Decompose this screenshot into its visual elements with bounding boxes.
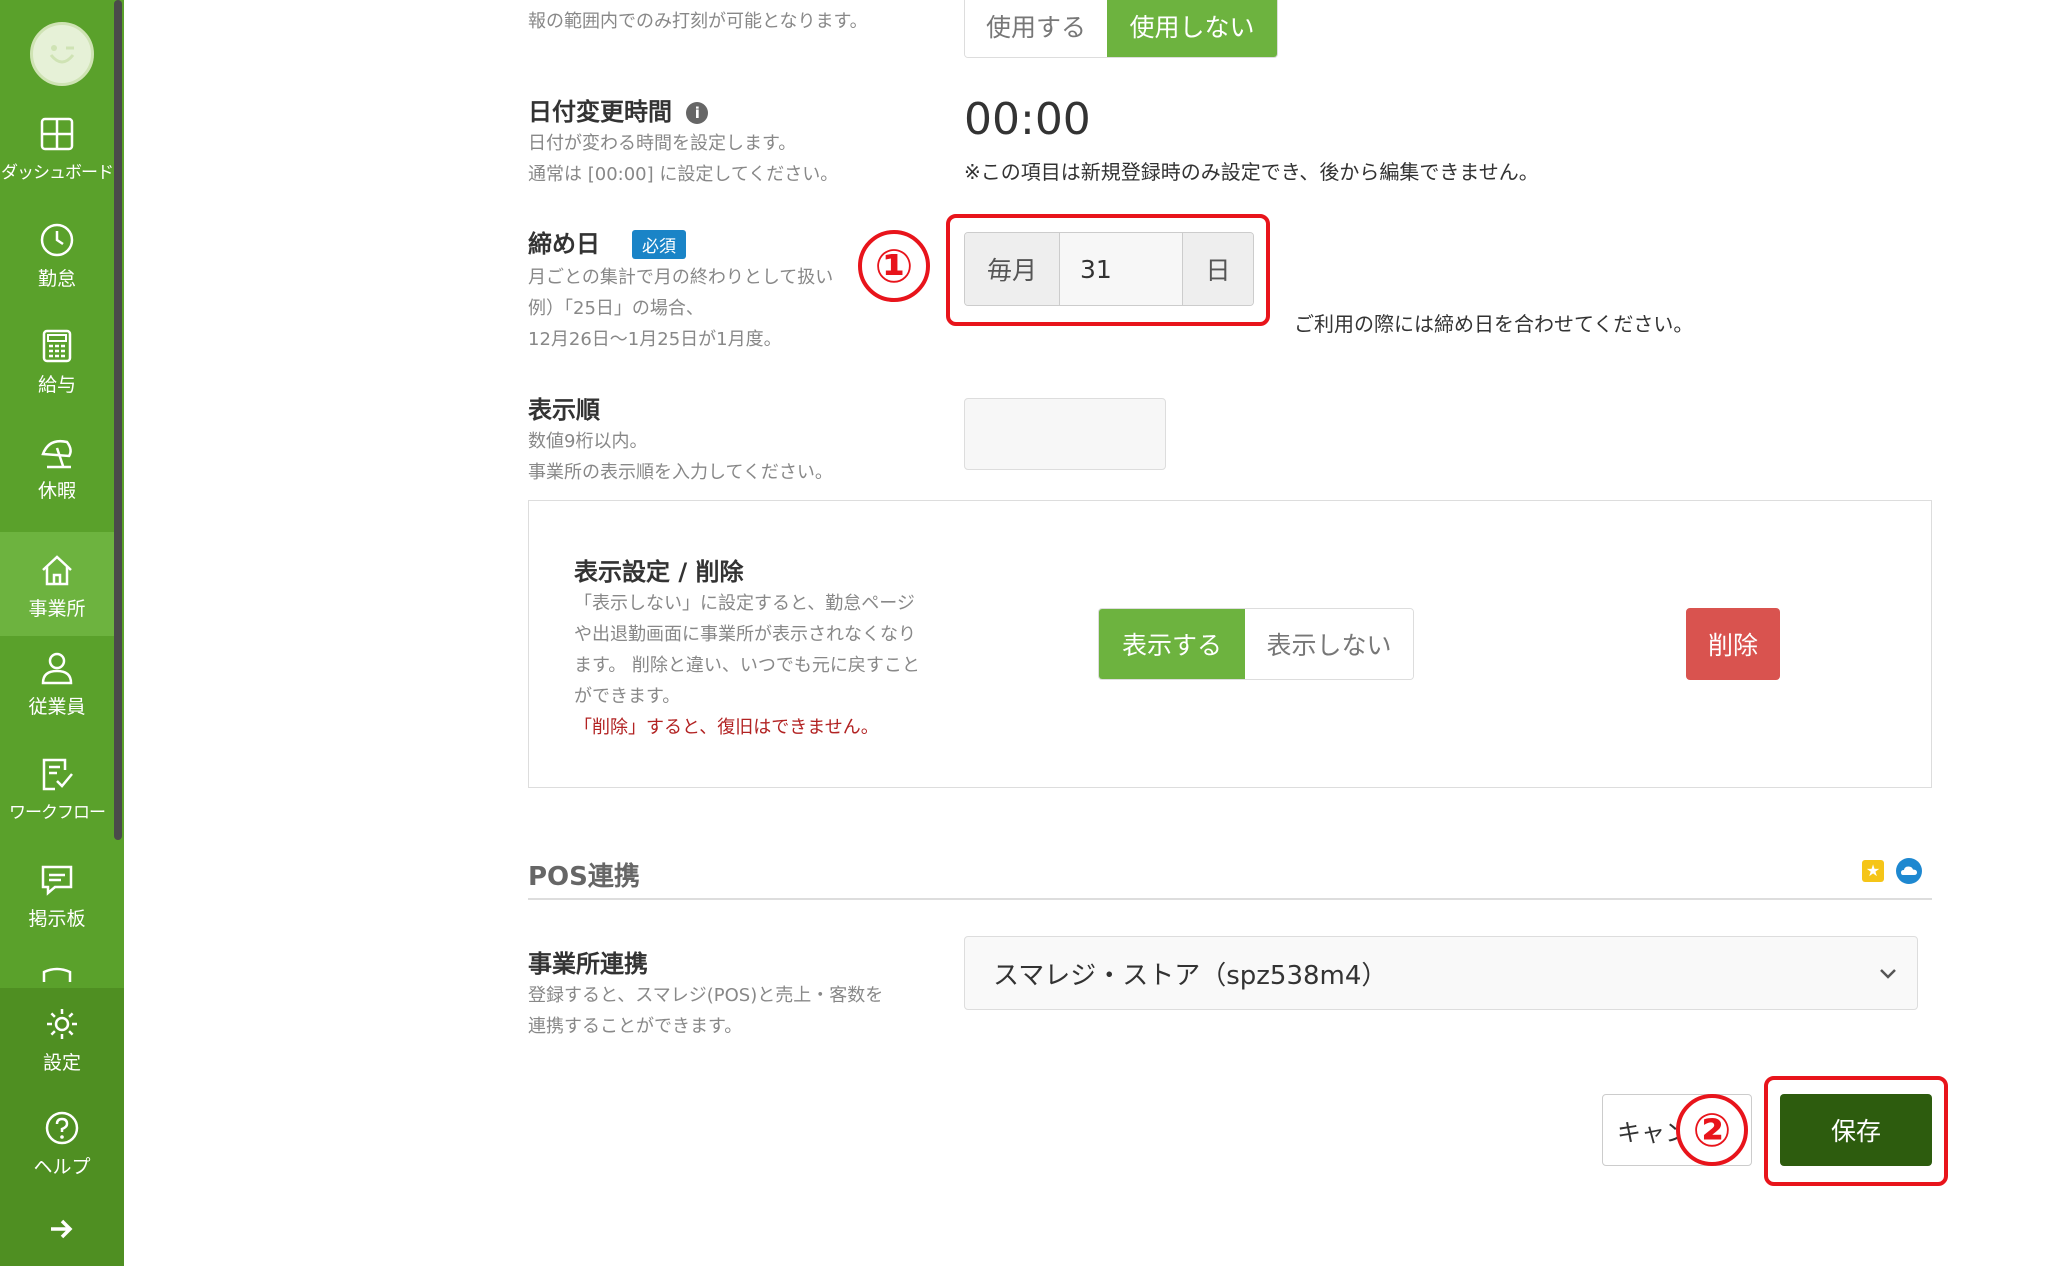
display-settings-desc-1: 「表示しない」に設定すると、勤怠ページ: [574, 593, 915, 614]
sidebar-item-label: 休暇: [37, 480, 76, 502]
annotation-box-2: [1764, 1076, 1948, 1186]
use-option[interactable]: 使用する: [965, 0, 1107, 57]
sidebar-item-more[interactable]: [0, 966, 114, 986]
pos-store-selected: スマレジ・ストア（spz538m4）: [993, 960, 1388, 991]
display-order-desc-2: 事業所の表示順を入力してください。: [528, 462, 833, 483]
sidebar-scrollbar[interactable]: [114, 0, 122, 840]
date-change-desc-1: 日付が変わる時間を設定します。: [528, 133, 797, 154]
sidebar-item-board[interactable]: 掲示板: [0, 862, 114, 966]
closing-day-desc-3: 12月26日〜1月25日が1月度。: [528, 329, 782, 350]
sidebar-item-attendance[interactable]: 勤怠: [0, 222, 114, 326]
gear-icon: [47, 1009, 77, 1039]
office-link-title: 事業所連携: [528, 950, 648, 978]
pos-store-select[interactable]: スマレジ・ストア（spz538m4）: [964, 936, 1918, 1010]
gps-description: 報の範囲内でのみ打刻が可能となります。: [528, 11, 868, 32]
sidebar-item-label: ダッシュボード: [1, 163, 114, 183]
cloud-icon: [1896, 858, 1922, 884]
sidebar-item-label: 掲示板: [28, 908, 86, 930]
date-change-desc-2: 通常は [00:00] に設定してください。: [528, 164, 839, 185]
not-use-option[interactable]: 使用しない: [1107, 0, 1277, 57]
sidebar-item-office[interactable]: 事業所: [0, 532, 114, 636]
display-settings-desc-3: ます。 削除と違い、いつでも元に戻すこと: [574, 655, 920, 676]
sidebar-item-label: ヘルプ: [33, 1156, 91, 1178]
display-order-desc-1: 数値9桁以内。: [528, 431, 648, 452]
show-option[interactable]: 表示する: [1099, 609, 1245, 679]
pos-section-title: POS連携: [528, 862, 640, 892]
date-change-title-text: 日付変更時間: [528, 98, 672, 126]
display-order-title: 表示順: [528, 396, 600, 424]
chevron-down-icon: [1877, 961, 1899, 991]
office-link-desc-1: 登録すると、スマレジ(POS)と売上・客数を: [528, 985, 884, 1006]
gps-toggle: 使用する 使用しない: [964, 0, 1278, 58]
pos-divider: [528, 898, 1932, 900]
sidebar-item-help[interactable]: ヘルプ: [0, 1110, 124, 1214]
visibility-toggle: 表示する 表示しない: [1098, 608, 1414, 680]
sidebar-item-workflow[interactable]: ワークフロー: [0, 756, 114, 860]
person-icon: [41, 652, 73, 685]
closing-day-desc-1: 月ごとの集計で月の終わりとして扱い: [528, 267, 834, 288]
sidebar-item-dashboard[interactable]: ダッシュボード: [0, 116, 114, 220]
umbrella-icon: [41, 440, 72, 469]
sidebar-item-employees[interactable]: 従業員: [0, 650, 114, 754]
home-icon: [42, 555, 72, 586]
annotation-marker-2: ②: [1676, 1094, 1748, 1166]
hide-option[interactable]: 表示しない: [1245, 609, 1413, 679]
dashboard-icon: [40, 117, 74, 151]
delete-warning: 「削除」すると、復旧はできません。: [574, 717, 879, 738]
closing-day-note: ご利用の際には締め日を合わせてください。: [1294, 312, 1694, 336]
sidebar-item-label: 事業所: [28, 598, 86, 620]
date-change-note: ※この項目は新規登録時のみ設定でき、後から編集できません。: [964, 160, 1539, 184]
arrow-right-icon[interactable]: [48, 1216, 74, 1246]
required-badge: 必須: [632, 230, 686, 259]
help-icon: [45, 1111, 79, 1145]
sidebar-item-label: ワークフロー: [9, 803, 106, 823]
office-link-desc-2: 連携することができます。: [528, 1016, 743, 1037]
sidebar-item-label: 給与: [37, 374, 76, 396]
closing-day-desc-2: 例）「25日」の場合、: [528, 298, 704, 319]
sidebar: ダッシュボード 勤怠 給与 休暇 事業所 従業員 ワークフロー 掲示板 設定 ヘ…: [0, 0, 124, 1266]
message-icon: [41, 865, 73, 896]
date-change-value: 00:00: [964, 94, 1091, 145]
closing-day-title: 締め日: [528, 230, 600, 258]
calculator-icon: [42, 329, 72, 363]
sidebar-item-leave[interactable]: 休暇: [0, 434, 114, 538]
clock-icon: [40, 223, 74, 257]
logo-avatar[interactable]: [30, 22, 94, 86]
annotation-marker-1: ①: [858, 230, 930, 302]
info-icon[interactable]: i: [686, 102, 709, 124]
sidebar-item-label: 従業員: [28, 696, 86, 718]
sidebar-item-label: 勤怠: [37, 268, 76, 290]
display-settings-desc-4: ができます。: [574, 686, 681, 707]
date-change-title: 日付変更時間 i: [528, 92, 709, 127]
checklist-icon: [42, 758, 73, 791]
display-settings-desc-2: や出退勤画面に事業所が表示されなくなり: [574, 624, 916, 645]
sidebar-bottom: 設定 ヘルプ: [0, 988, 124, 1266]
sidebar-item-label: 設定: [42, 1052, 81, 1074]
display-order-input[interactable]: [964, 398, 1166, 470]
display-settings-title: 表示設定 / 削除: [574, 558, 744, 586]
sidebar-item-settings[interactable]: 設定: [0, 1006, 124, 1110]
star-badge-icon: ★: [1862, 860, 1884, 882]
sidebar-item-payroll[interactable]: 給与: [0, 328, 114, 432]
annotation-box-1: [946, 214, 1270, 326]
delete-button[interactable]: 削除: [1686, 608, 1780, 680]
